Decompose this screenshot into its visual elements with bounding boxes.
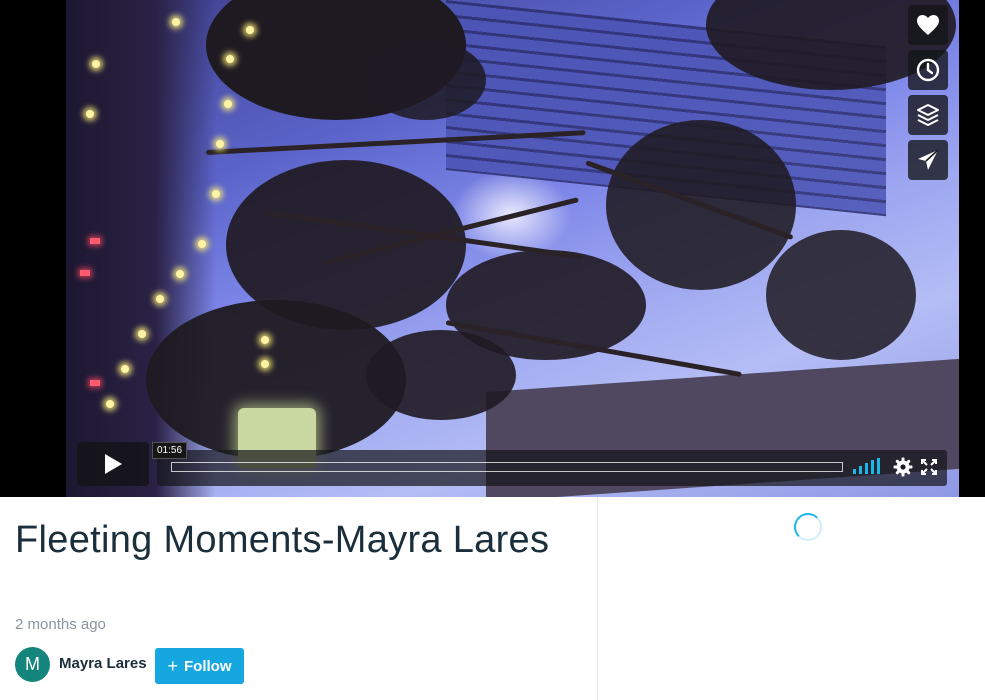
send-icon [918,149,939,170]
fullscreen-icon [921,459,937,475]
follow-label: Follow [184,657,232,675]
control-bar [157,450,947,486]
progress-bar[interactable] [171,462,843,472]
side-actions [908,5,948,185]
share-button[interactable] [908,140,948,180]
layers-icon [917,104,939,126]
gear-icon [893,457,913,477]
column-divider [597,497,598,700]
clock-icon [916,58,940,82]
volume-control[interactable] [853,458,883,474]
fullscreen-button[interactable] [921,459,937,480]
play-button[interactable] [77,442,149,486]
video-player[interactable]: 01:56 [0,0,985,497]
avatar[interactable]: M [15,647,50,682]
video-title: Fleeting Moments-Mayra Lares [15,519,550,561]
volume-bar [877,458,880,474]
loading-spinner [794,513,822,541]
volume-bar [871,460,874,474]
time-tooltip: 01:56 [152,442,188,459]
volume-bar [859,466,862,474]
heart-icon [917,15,939,35]
follow-button[interactable]: + Follow [155,648,244,684]
upload-date: 2 months ago [15,616,106,633]
play-icon [105,454,122,474]
like-button[interactable] [908,5,948,45]
author-name[interactable]: Mayra Lares [59,655,147,672]
volume-bar [865,463,868,474]
video-frame[interactable] [66,0,959,497]
volume-bar [853,469,856,474]
settings-button[interactable] [893,457,913,482]
player-controls: 01:56 [77,442,947,486]
collections-button[interactable] [908,95,948,135]
plus-icon: + [167,655,178,676]
watch-later-button[interactable] [908,50,948,90]
